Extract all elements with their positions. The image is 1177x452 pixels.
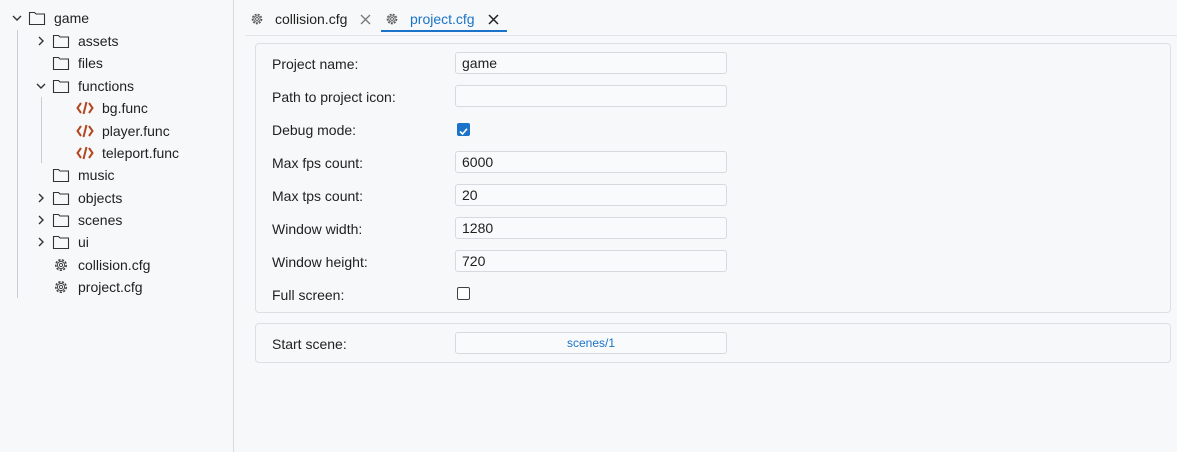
tab-project-cfg[interactable]: project.cfg — [384, 6, 500, 32]
tree-item-label: objects — [78, 190, 123, 206]
tree-item-music[interactable]: music — [34, 164, 115, 186]
tree-item-objects[interactable]: objects — [34, 187, 122, 209]
folder-icon — [52, 211, 70, 229]
chevron-right-icon[interactable] — [34, 235, 48, 249]
tree-item-label: scenes — [78, 212, 123, 228]
tree-item-label: collision.cfg — [78, 257, 151, 273]
tree-item-assets[interactable]: assets — [34, 30, 118, 52]
debug-mode-checkbox[interactable] — [457, 123, 470, 136]
tree-item-label: ui — [78, 234, 89, 250]
max-tps-input[interactable]: 20 — [455, 184, 727, 206]
tree-item-label: assets — [78, 33, 119, 49]
gear-icon — [52, 256, 70, 274]
tree-item-files[interactable]: files — [34, 52, 103, 74]
folder-icon — [52, 166, 70, 184]
tree-guide-line — [41, 97, 42, 163]
chevron-right-icon[interactable] — [34, 213, 48, 227]
start-scene-selector[interactable]: scenes/1 — [455, 332, 727, 354]
max-fps-input[interactable]: 6000 — [455, 151, 727, 173]
tree-item-game[interactable]: game — [10, 7, 89, 29]
max-tps-label: Max tps count: — [272, 188, 364, 204]
tree-item-bg-func[interactable]: bg.func — [58, 97, 148, 119]
full-screen-label: Full screen: — [272, 287, 345, 303]
tree-guide-line — [17, 30, 18, 298]
tree-item-label: player.func — [102, 123, 170, 139]
code-icon — [76, 144, 94, 162]
chevron-right-icon[interactable] — [34, 34, 48, 48]
chevron-right-icon[interactable] — [34, 191, 48, 205]
close-icon[interactable] — [487, 13, 500, 26]
tab-label: collision.cfg — [275, 11, 348, 27]
folder-icon — [52, 32, 70, 50]
tree-item-label: music — [78, 167, 115, 183]
project-tree: game assets files functions bg.func play… — [0, 0, 234, 452]
gear-icon — [384, 11, 400, 27]
project-name-input[interactable]: game — [455, 52, 727, 74]
full-screen-checkbox[interactable] — [457, 287, 470, 300]
folder-icon — [28, 9, 46, 27]
icon-path-input[interactable] — [455, 85, 727, 107]
checkmark-icon — [459, 128, 468, 136]
window-height-input[interactable]: 720 — [455, 250, 727, 272]
window-width-input[interactable]: 1280 — [455, 217, 727, 239]
chevron-down-icon[interactable] — [10, 11, 24, 25]
icon-path-label: Path to project icon: — [272, 89, 396, 105]
close-icon[interactable] — [359, 13, 372, 26]
folder-icon — [52, 54, 70, 72]
gear-icon — [249, 11, 265, 27]
folder-icon — [52, 77, 70, 95]
tree-item-label: functions — [78, 78, 135, 94]
tree-item-teleport-func[interactable]: teleport.func — [58, 142, 179, 164]
folder-icon — [52, 189, 70, 207]
tree-item-label: bg.func — [102, 100, 148, 116]
tree-item-functions[interactable]: functions — [34, 75, 134, 97]
tree-item-scenes[interactable]: scenes — [34, 209, 122, 231]
tree-item-player-func[interactable]: player.func — [58, 120, 170, 142]
start-scene-label: Start scene: — [272, 336, 347, 352]
tab-label: project.cfg — [410, 11, 475, 27]
max-fps-label: Max fps count: — [272, 155, 364, 171]
tree-item-label: game — [54, 10, 90, 26]
tree-item-label: teleport.func — [102, 145, 180, 161]
tree-item-label: files — [78, 55, 103, 71]
window-width-label: Window width: — [272, 221, 363, 237]
chevron-down-icon[interactable] — [34, 79, 48, 93]
editor-area: collision.cfg project.cfg Project name: … — [245, 0, 1177, 452]
folder-icon — [52, 233, 70, 251]
tree-item-project-cfg[interactable]: project.cfg — [34, 276, 143, 298]
code-icon — [76, 99, 94, 117]
tab-collision-cfg[interactable]: collision.cfg — [249, 6, 372, 32]
project-name-label: Project name: — [272, 56, 359, 72]
tree-item-collision-cfg[interactable]: collision.cfg — [34, 254, 150, 276]
tree-item-label: project.cfg — [78, 279, 143, 295]
project-settings-panel: Project name: game Path to project icon:… — [255, 43, 1171, 313]
tree-item-ui[interactable]: ui — [34, 231, 89, 253]
debug-mode-label: Debug mode: — [272, 122, 357, 138]
gear-icon — [52, 278, 70, 296]
start-scene-panel: Start scene: scenes/1 — [255, 323, 1171, 363]
window-height-label: Window height: — [272, 254, 368, 270]
code-icon — [76, 122, 94, 140]
active-tab-indicator — [381, 30, 507, 32]
tab-bar: collision.cfg project.cfg — [245, 0, 1177, 36]
